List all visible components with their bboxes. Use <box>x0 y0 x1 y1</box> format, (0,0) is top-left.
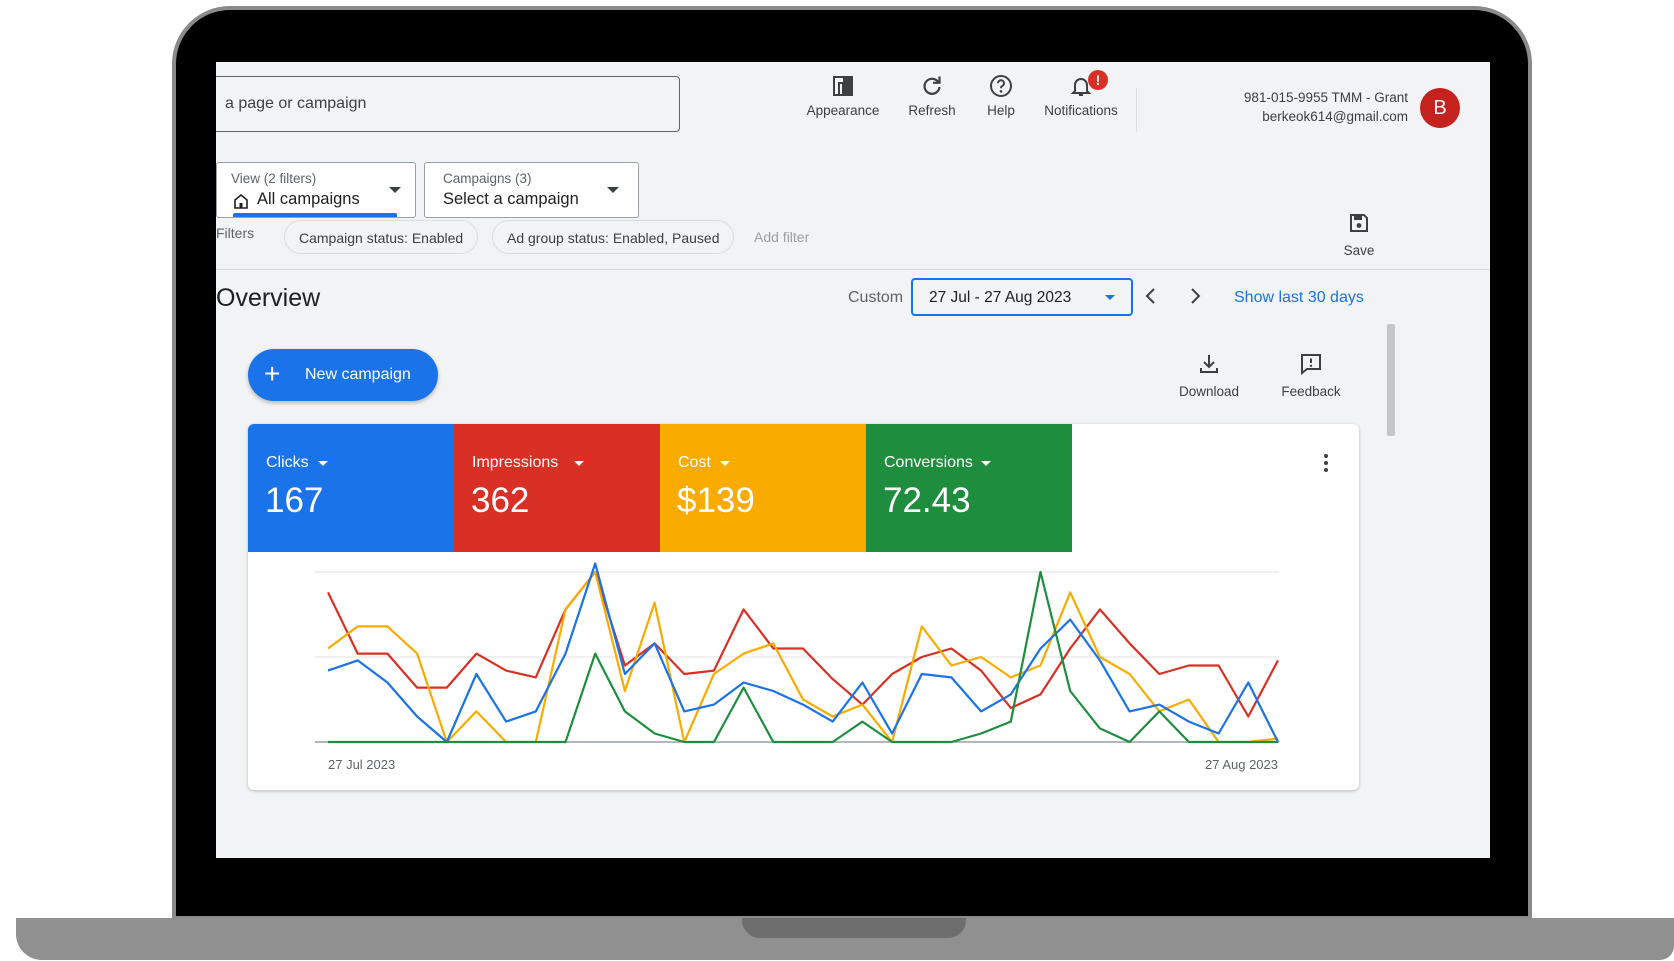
save-icon <box>1350 214 1368 232</box>
filters-divider <box>216 269 1490 270</box>
metric-clicks-label: Clicks <box>266 454 309 471</box>
metric-impressions-value: 362 <box>471 481 530 520</box>
metric-cost[interactable]: Cost $139 <box>660 424 866 552</box>
metric-clicks[interactable]: Clicks 167 <box>248 424 454 552</box>
metric-conversions[interactable]: Conversions 72.43 <box>866 424 1072 552</box>
previous-period-icon[interactable] <box>1144 286 1158 306</box>
scrollbar[interactable] <box>1387 324 1395 436</box>
custom-label: Custom <box>848 289 904 306</box>
filters-label: Filters <box>216 225 255 241</box>
metric-clicks-value: 167 <box>265 481 324 520</box>
avatar[interactable]: B <box>1420 88 1460 128</box>
notifications-button[interactable]: Notifications ! <box>1036 70 1126 134</box>
show-last-30-days-link[interactable]: Show last 30 days <box>1234 289 1364 307</box>
date-range-picker[interactable]: 27 Jul - 27 Aug 2023 <box>911 278 1133 316</box>
account-info[interactable]: 981-015-9955 TMM - Grant berkeok614@gmai… <box>1244 88 1408 126</box>
metric-conversions-label: Conversions <box>884 454 973 471</box>
plus-icon: + <box>264 358 281 389</box>
toolbar-divider <box>1136 88 1137 132</box>
search-box[interactable] <box>216 76 680 132</box>
search-input[interactable] <box>223 91 667 117</box>
feedback-icon <box>1301 354 1321 376</box>
chevron-down-icon <box>574 461 584 466</box>
feedback-button[interactable]: Feedback <box>1278 352 1344 399</box>
download-label: Download <box>1178 384 1240 399</box>
save-button[interactable]: Save <box>1334 212 1384 258</box>
building-icon <box>234 193 248 209</box>
campaign-selector-value: Select a campaign <box>443 190 579 208</box>
chevron-down-icon <box>981 461 991 466</box>
metric-cost-label: Cost <box>678 454 711 471</box>
help-label: Help <box>987 103 1015 118</box>
more-options-icon[interactable] <box>1323 454 1329 476</box>
refresh-icon <box>923 76 941 95</box>
refresh-button[interactable]: Refresh <box>902 74 962 134</box>
view-selector-indicator <box>233 213 397 217</box>
chevron-down-icon <box>1105 295 1115 300</box>
campaign-selector-label: Campaigns (3) <box>443 171 532 186</box>
chevron-down-icon <box>607 187 619 193</box>
view-selector[interactable]: View (2 filters) All campaigns <box>216 162 416 218</box>
series-line-clicks <box>327 562 1279 744</box>
performance-card: Clicks 167 Impressions 362 Cost $139 Con… <box>248 424 1359 790</box>
series-line-impressions <box>327 570 1279 718</box>
metric-conversions-value: 72.43 <box>883 481 971 520</box>
chevron-down-icon <box>389 187 401 193</box>
appearance-button[interactable]: Appearance <box>802 74 884 134</box>
account-id: 981-015-9955 TMM - Grant <box>1243 90 1408 105</box>
page-title: Overview <box>216 284 321 312</box>
help-icon <box>990 75 1012 97</box>
date-range-value: 27 Jul - 27 Aug 2023 <box>929 289 1072 306</box>
laptop-notch <box>742 918 966 938</box>
chevron-down-icon <box>720 461 730 466</box>
performance-chart: 27 Jul 2023 27 Aug 2023 <box>315 562 1279 772</box>
metric-cost-value: $139 <box>677 481 755 520</box>
view-selector-label: View (2 filters) <box>231 171 317 186</box>
download-button[interactable]: Download <box>1174 352 1244 399</box>
filter-chip-campaign-status[interactable]: Campaign status: Enabled <box>284 220 479 254</box>
refresh-label: Refresh <box>908 103 956 118</box>
filter-chip-ad-group-status[interactable]: Ad group status: Enabled, Paused <box>492 220 735 254</box>
new-campaign-label: New campaign <box>305 366 411 383</box>
x-axis-start-label: 27 Jul 2023 <box>328 757 395 772</box>
notification-badge: ! <box>1088 70 1108 90</box>
x-axis-end-label: 27 Aug 2023 <box>1205 757 1278 772</box>
feedback-label: Feedback <box>1281 384 1341 399</box>
add-filter-button[interactable]: Add filter <box>754 229 809 245</box>
metric-impressions[interactable]: Impressions 362 <box>454 424 660 552</box>
notifications-label: Notifications <box>1044 103 1118 118</box>
download-icon <box>1200 355 1218 373</box>
help-button[interactable]: Help <box>976 74 1026 134</box>
save-label: Save <box>1343 243 1375 258</box>
account-email: berkeok614@gmail.com <box>1262 109 1408 124</box>
chevron-down-icon <box>318 461 328 466</box>
appearance-icon <box>833 76 853 96</box>
campaign-selector[interactable]: Campaigns (3) Select a campaign <box>424 162 639 218</box>
screen: Appearance Refresh Help Notifications ! … <box>216 62 1490 858</box>
next-period-icon[interactable] <box>1188 286 1202 306</box>
metric-impressions-label: Impressions <box>472 454 559 471</box>
new-campaign-button[interactable]: + New campaign <box>248 349 438 401</box>
appearance-label: Appearance <box>806 103 880 118</box>
view-selector-value: All campaigns <box>257 190 360 208</box>
